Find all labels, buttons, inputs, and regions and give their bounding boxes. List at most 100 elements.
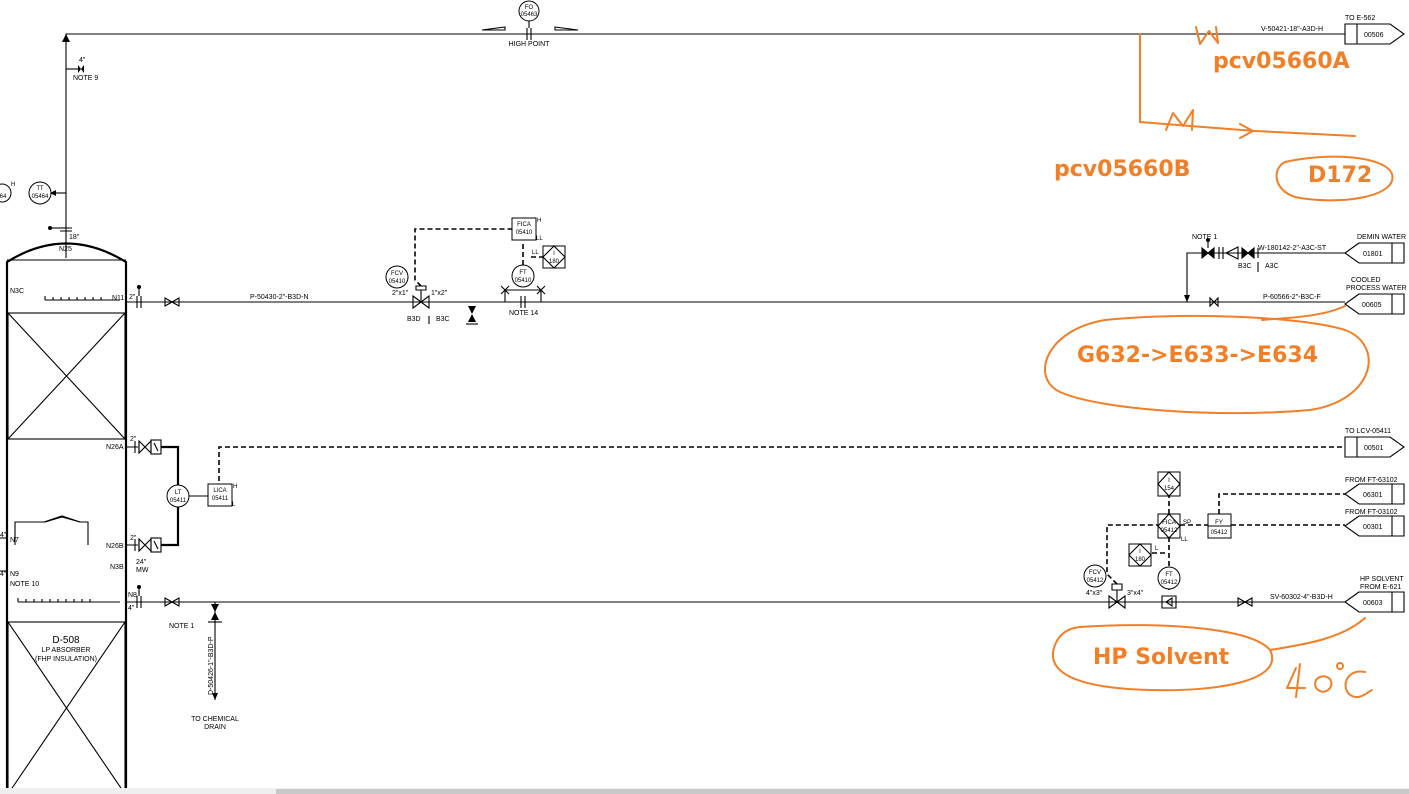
svg-text:B3C: B3C [1238, 263, 1252, 270]
svg-text:64: 64 [0, 194, 7, 200]
n3c-label: N3C [10, 288, 24, 295]
svg-text:D-50426-1"-B3D-P: D-50426-1"-B3D-P [208, 636, 215, 695]
svg-text:FROM E-621: FROM E-621 [1360, 584, 1401, 591]
svg-text:FT: FT [1165, 572, 1173, 578]
vessel-tag: D-508 [52, 635, 80, 646]
svg-text:00301: 00301 [1363, 524, 1383, 531]
annotation-pcv05660b: pcv05660B [1054, 157, 1190, 182]
svg-text:05412: 05412 [1087, 578, 1104, 584]
svg-text:LL: LL [536, 236, 543, 242]
n7-label: N7 [10, 537, 19, 544]
inst-ft-05410: FT 05410 [511, 264, 535, 288]
svg-text:05412: 05412 [1161, 528, 1178, 534]
svg-text:NOTE 14: NOTE 14 [509, 310, 538, 317]
line-n11: P-50430-2"-B3D-N 2"x1" 1"x2" B3D B3C NOT… [126, 228, 1407, 325]
svg-text:01801: 01801 [1363, 251, 1383, 258]
svg-text:FICA: FICA [517, 222, 531, 228]
svg-text:TO LCV-05411: TO LCV-05411 [1345, 428, 1391, 435]
n11-label: N11 [112, 295, 124, 302]
inst-i-154: I 154 [1157, 471, 1181, 497]
svg-text:00605: 00605 [1362, 302, 1382, 309]
n26b-label: N26B [106, 543, 124, 550]
inst-fy-05412: FY 05412 [1207, 513, 1232, 539]
svg-text:LL: LL [1181, 537, 1188, 543]
svg-text:SV-60302-4"-B3D-H: SV-60302-4"-B3D-H [1270, 594, 1333, 601]
vessel-insulation: (FHP INSULATION) [35, 656, 97, 663]
svg-text:FCV: FCV [1089, 570, 1101, 576]
svg-text:TT: TT [36, 186, 44, 192]
annotation-d172: D172 [1308, 163, 1372, 188]
n3b-size: 24" [136, 559, 147, 566]
svg-text:NOTE 1: NOTE 1 [169, 623, 194, 630]
svg-text:LICA: LICA [213, 488, 226, 494]
n3b-label: N3B [110, 564, 124, 571]
svg-text:4"x3": 4"x3" [1086, 590, 1103, 597]
svg-text:P-60566-2"-B3C-F: P-60566-2"-B3C-F [1263, 294, 1321, 301]
annotation-pcv05660a: pcv05660A [1213, 49, 1350, 74]
svg-text:H: H [11, 182, 15, 188]
high-point: HIGH POINT [509, 41, 551, 48]
n8-size: 4" [128, 605, 135, 612]
svg-text:COOLED: COOLED [1351, 277, 1381, 284]
vessel-name: LP ABSORBER [42, 647, 91, 654]
n3b-mw: MW [136, 567, 149, 574]
svg-text:FICA: FICA [1162, 520, 1176, 526]
note9: NOTE 9 [73, 75, 98, 82]
inst-i-180a: I 180 [542, 245, 566, 269]
svg-text:05412: 05412 [1211, 530, 1228, 536]
pid-diagram: D-508 LP ABSORBER (FHP INSULATION) 18" N… [0, 0, 1407, 794]
inst-ft-05412: FT 05412 [1157, 566, 1181, 590]
svg-text:2"x1": 2"x1" [392, 290, 409, 297]
n26a-size: 2" [130, 436, 137, 443]
svg-text:05410: 05410 [516, 230, 533, 236]
inst-i-180b: I 180 [1128, 543, 1152, 567]
svg-text:00603: 00603 [1363, 600, 1383, 607]
scrollbar-thumb[interactable] [276, 789, 1409, 794]
svg-text:00501: 00501 [1364, 445, 1384, 452]
svg-text:HP SOLVENT: HP SOLVENT [1360, 576, 1404, 583]
svg-text:05411: 05411 [212, 496, 229, 502]
annotation-route: G632->E633->E634 [1077, 343, 1318, 368]
inst-fica-05410: FICA 05410 H LL [511, 217, 543, 242]
n25-label: N25 [59, 246, 72, 253]
svg-text:FT: FT [519, 270, 527, 276]
inst-tt-05464: TT 05464 64 H [0, 181, 52, 205]
vent-size: 4" [79, 57, 86, 64]
vessel-d508: D-508 LP ABSORBER (FHP INSULATION) [5, 242, 128, 794]
inst-lica-05411: LICA 05411 H L [207, 483, 237, 508]
svg-text:LT: LT [175, 490, 182, 496]
svg-text:PROCESS WATER: PROCESS WATER [1346, 285, 1407, 292]
svg-text:LL: LL [532, 250, 539, 256]
svg-text:05464: 05464 [32, 194, 49, 200]
svg-text:NOTE 1: NOTE 1 [1192, 234, 1217, 241]
markup-pcv-bypass [1139, 26, 1356, 139]
n26a-label: N26A [106, 444, 124, 451]
svg-text:06301: 06301 [1363, 492, 1383, 499]
inst-fcv-05410: FCV 05410 [385, 265, 409, 289]
svg-text:FO: FO [525, 5, 534, 11]
svg-text:DEMIN WATER: DEMIN WATER [1357, 234, 1406, 241]
svg-text:A3C: A3C [1265, 263, 1279, 270]
svg-text:FROM FT-03102: FROM FT-03102 [1345, 509, 1398, 516]
svg-text:H: H [537, 218, 541, 224]
svg-text:180: 180 [549, 259, 560, 265]
svg-text:FCV: FCV [391, 271, 403, 277]
top-dest: TO E-562 [1345, 15, 1375, 22]
svg-text:1"x2": 1"x2" [431, 290, 448, 297]
inst-fica-05412: FICA 05412 SP LL [1157, 513, 1191, 543]
svg-text:FY: FY [1215, 520, 1223, 526]
svg-text:SP: SP [1183, 520, 1191, 526]
svg-text:180: 180 [1135, 557, 1146, 563]
svg-text:H: H [233, 484, 237, 490]
n25-size: 18" [69, 234, 80, 241]
svg-text:154: 154 [1164, 486, 1175, 492]
note10: NOTE 10 [10, 581, 39, 588]
n8-label: N8 [128, 592, 137, 599]
n9-label: N9 [10, 571, 19, 578]
svg-text:05412: 05412 [1161, 580, 1178, 586]
svg-text:DRAIN: DRAIN [204, 724, 226, 731]
inst-fo-05463: FO 05463 [518, 0, 540, 22]
svg-text:05410: 05410 [389, 279, 406, 285]
svg-text:05410: 05410 [515, 278, 532, 284]
svg-text:L: L [232, 502, 236, 508]
